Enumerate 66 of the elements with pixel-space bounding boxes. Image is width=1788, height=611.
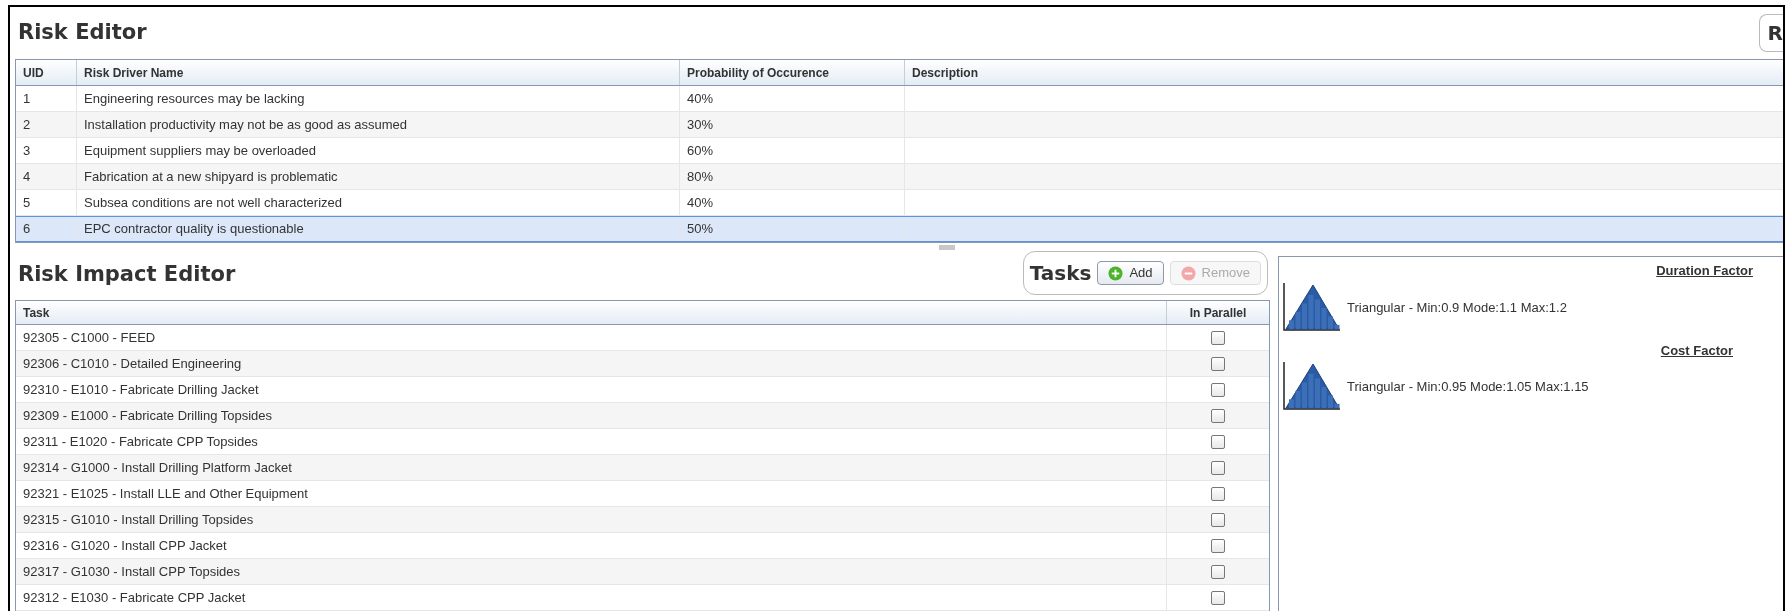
- checkbox[interactable]: [1211, 356, 1225, 371]
- table-cell-text: 92306 - C1010 - Detailed Engineering: [23, 354, 242, 373]
- table-cell-text: 92311 - E1020 - Fabricate CPP Topsides: [23, 432, 258, 451]
- table-cell-text: Equipment suppliers may be overloaded: [84, 141, 316, 160]
- plus-icon: [1108, 265, 1124, 281]
- column-header[interactable]: Task: [23, 303, 50, 322]
- table-cell-text: 6: [23, 220, 31, 239]
- distribution-text: Triangular - Min:0.95 Mode:1.05 Max:1.15: [1347, 378, 1589, 397]
- add-button[interactable]: Add: [1097, 261, 1164, 285]
- checkbox[interactable]: [1211, 434, 1225, 449]
- column-header[interactable]: In Parallel: [1189, 303, 1247, 322]
- table-cell-text: 92305 - C1000 - FEED: [23, 328, 156, 347]
- table-cell-text: 4: [23, 167, 31, 186]
- table-row[interactable]: 1 Engineering resources may be lacking 40%: [16, 86, 1783, 112]
- table-cell-text: 92316 - G1020 - Install CPP Jacket: [23, 536, 227, 555]
- table-cell-text: Installation productivity may not be as good as assumed: [84, 115, 407, 134]
- table-cell-text: 5: [23, 193, 31, 212]
- table-cell-text: 30%: [687, 115, 714, 134]
- checkbox[interactable]: [1211, 408, 1225, 423]
- panel-tab[interactable]: R: [1758, 14, 1783, 52]
- splitter-handle[interactable]: [938, 245, 955, 250]
- factor-title: Duration Factor: [1656, 262, 1753, 280]
- column-header[interactable]: Description: [912, 63, 978, 82]
- table-cell-text: 92309 - E1000 - Fabricate Drilling Topsides: [23, 406, 273, 425]
- table-cell-text: Subsea conditions are not well characterized: [84, 193, 342, 212]
- checkbox[interactable]: [1211, 512, 1225, 527]
- table-cell-text: 40%: [687, 89, 714, 108]
- section-title: Risk Editor: [18, 19, 147, 47]
- table-cell-text: 40%: [687, 193, 714, 212]
- checkbox[interactable]: [1211, 564, 1225, 579]
- distribution-icon: [1283, 360, 1341, 410]
- minus-icon: [1180, 265, 1196, 281]
- table-cell-text: 92317 - G1030 - Install CPP Topsides: [23, 562, 241, 581]
- table-row[interactable]: 2 Installation productivity may not be as good as assumed 30%: [16, 112, 1783, 138]
- toolbar-label: Tasks: [1029, 260, 1092, 287]
- table-row[interactable]: 6 EPC contractor quality is questionable 50%: [16, 216, 1783, 242]
- checkbox[interactable]: [1211, 460, 1225, 475]
- table-cell-text: 60%: [687, 141, 714, 160]
- table-cell-text: 92315 - G1010 - Install Drilling Topsides: [23, 510, 254, 529]
- table-cell-text: 3: [23, 141, 31, 160]
- section-title: Risk Impact Editor: [17, 261, 236, 289]
- table-cell-text: 92314 - G1000 - Install Drilling Platform Jacket: [23, 458, 292, 477]
- factor-title: Cost Factor: [1660, 341, 1733, 360]
- table-cell-text: Engineering resources may be lacking: [84, 89, 305, 108]
- table-cell-text: 2: [23, 115, 31, 134]
- table-cell-text: EPC contractor quality is questionable: [84, 220, 304, 239]
- checkbox[interactable]: [1211, 382, 1225, 397]
- checkbox[interactable]: [1211, 590, 1225, 605]
- table-row[interactable]: 4 Fabrication at a new shipyard is problematic 80%: [16, 164, 1783, 190]
- distribution-icon: [1283, 280, 1341, 331]
- table-row[interactable]: 5 Subsea conditions are not well characterized 40%: [16, 190, 1783, 216]
- column-header[interactable]: UID: [23, 63, 44, 82]
- table-cell-text: Fabrication at a new shipyard is problematic: [84, 167, 338, 186]
- checkbox[interactable]: [1211, 538, 1225, 553]
- table-row[interactable]: 3 Equipment suppliers may be overloaded 60%: [16, 138, 1783, 164]
- table-cell-text: 92321 - E1025 - Install LLE and Other Equipment: [23, 484, 308, 503]
- checkbox[interactable]: [1211, 486, 1225, 501]
- table-cell-text: 80%: [687, 167, 714, 186]
- table-cell-text: 1: [23, 89, 31, 108]
- column-header[interactable]: Risk Driver Name: [84, 63, 184, 82]
- checkbox[interactable]: [1211, 330, 1225, 345]
- column-header[interactable]: Probability of Occurence: [687, 63, 830, 82]
- table-cell-text: 92312 - E1030 - Fabricate CPP Jacket: [23, 588, 246, 607]
- table-cell-text: 92310 - E1010 - Fabricate Drilling Jacket: [23, 380, 259, 399]
- distribution-text: Triangular - Min:0.9 Mode:1.1 Max:1.2: [1347, 298, 1567, 317]
- table-cell-text: 50%: [687, 220, 714, 239]
